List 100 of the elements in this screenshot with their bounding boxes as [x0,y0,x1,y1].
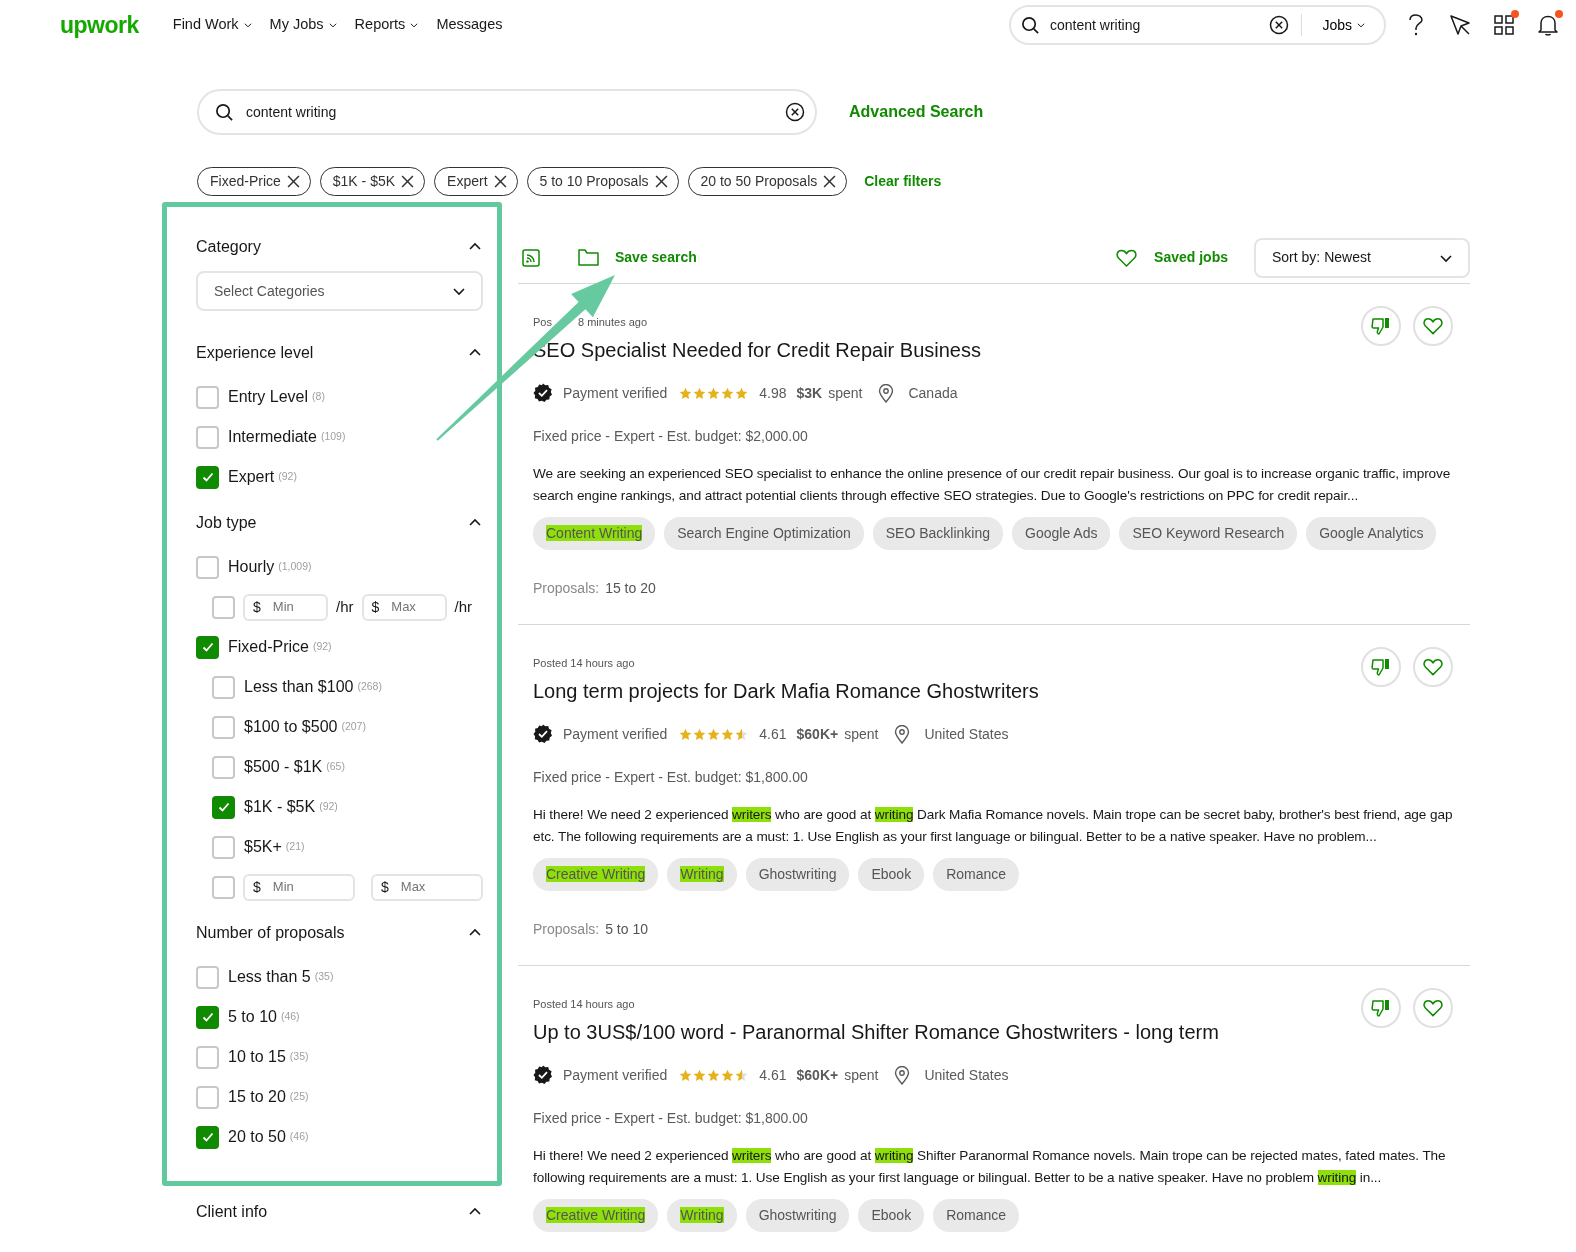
checkbox[interactable] [196,425,219,449]
option-label[interactable]: $5K+ [244,835,282,859]
filter-chip[interactable]: $1K - $5K [319,167,426,196]
skill-tag[interactable]: Creative Writing [533,857,659,891]
bell-icon[interactable] [1536,13,1560,37]
header-search-bar[interactable]: content writing Jobs [1009,5,1386,45]
min-price-field[interactable]: $ Min [243,593,328,621]
advanced-search-link[interactable]: Advanced Search [849,100,984,124]
checkbox[interactable] [196,465,219,489]
nav-menu-link[interactable]: Messages [436,14,503,36]
checkbox[interactable] [212,675,235,699]
checkbox[interactable] [196,1005,219,1029]
dislike-button[interactable] [1361,988,1401,1028]
section-title: Job type [196,513,257,533]
rss-icon[interactable] [522,248,540,267]
option-label[interactable]: $100 to $500 [244,715,338,739]
nav-menu-link[interactable]: Reports [354,14,420,36]
skill-tag[interactable]: SEO Backlinking [872,516,1004,550]
close-icon[interactable] [654,175,668,188]
option-label[interactable]: 5 to 10 [228,1005,277,1029]
job-search-bar[interactable]: content writing [197,89,817,135]
skill-tag[interactable]: Search Engine Optimization [664,516,864,550]
max-price-field[interactable]: $ Max [371,873,483,901]
checkbox[interactable] [212,795,235,819]
nav-menu-link[interactable]: My Jobs [269,14,338,36]
skill-tag[interactable]: Romance [933,1198,1020,1232]
job-title[interactable]: Up to 3US$/100 word - Paranormal Shifter Romance Ghostwriters - long term [533,1016,1453,1047]
filter-chip[interactable]: Fixed-Price [197,167,311,196]
option-label[interactable]: Fixed-Price [228,635,309,659]
min-price-field[interactable]: $ Min [243,873,355,901]
skill-tag[interactable]: SEO Keyword Research [1119,516,1298,550]
clear-icon[interactable] [785,102,805,122]
skill-tag[interactable]: Romance [933,857,1020,891]
checkbox[interactable] [196,385,219,409]
skill-tag[interactable]: Creative Writing [533,1198,659,1232]
skill-tag[interactable]: Google Ads [1012,516,1111,550]
skill-tag[interactable]: Google Analytics [1306,516,1437,550]
close-icon[interactable] [823,175,837,188]
checkbox[interactable] [212,835,235,859]
checkbox[interactable] [212,595,235,619]
option-count: (268) [357,679,382,695]
checkbox[interactable] [212,715,235,739]
skill-tag[interactable]: Ebook [858,857,925,891]
checkbox[interactable] [196,1085,219,1109]
search-scope-dropdown[interactable]: Jobs [1314,14,1374,36]
filter-chip[interactable]: 20 to 50 Proposals [687,167,848,196]
checkbox[interactable] [196,965,219,989]
category-select[interactable]: Select Categories [196,271,483,311]
option-count: (46) [280,1009,300,1025]
skill-tag[interactable]: Ghostwriting [745,857,850,891]
clear-filters-link[interactable]: Clear filters [864,171,942,192]
checkbox[interactable] [212,875,235,899]
skill-tag[interactable]: Writing [667,1198,737,1232]
close-icon[interactable] [493,175,507,188]
saved-jobs-link[interactable]: Saved jobs [1116,247,1228,268]
posted-time: Posted 14 hours ago [533,656,635,671]
clear-icon[interactable] [1269,15,1290,35]
option-label[interactable]: $500 - $1K [244,755,323,779]
close-icon[interactable] [286,175,300,188]
filter-chip[interactable]: 5 to 10 Proposals [526,167,679,196]
heart-icon [1423,658,1443,676]
option-label[interactable]: Expert [228,465,275,489]
filter-chip[interactable]: Expert [434,167,518,196]
option-label[interactable]: 20 to 50 [228,1125,286,1149]
checkbox[interactable] [196,1045,219,1069]
skill-tag[interactable]: Content Writing [533,516,656,550]
apps-icon[interactable] [1492,13,1516,37]
proposals-count: 15 to 20 [605,578,656,598]
option-label[interactable]: Less than 5 [228,965,311,989]
close-icon[interactable] [401,175,415,188]
option-label[interactable]: $1K - $5K [244,795,316,819]
save-search-link[interactable]: Save search [578,247,697,268]
checkbox[interactable] [196,635,219,659]
nav-menu-link[interactable]: Find Work [172,14,253,36]
check-icon [200,1130,215,1144]
spent-label: spent [844,1065,879,1085]
sort-dropdown[interactable]: Sort by: Newest [1254,237,1470,278]
option-label[interactable]: Less than $100 [244,675,354,699]
save-job-button[interactable] [1413,647,1453,687]
option-label[interactable]: 10 to 15 [228,1045,286,1069]
save-job-button[interactable] [1413,988,1453,1028]
search-input[interactable]: content writing [244,100,775,124]
send-icon[interactable] [1448,13,1472,37]
skill-tag[interactable]: Ghostwriting [745,1198,850,1232]
save-job-button[interactable] [1413,306,1453,346]
option-label[interactable]: 15 to 20 [228,1085,286,1109]
dislike-button[interactable] [1361,306,1401,346]
option-count: (92) [319,799,338,815]
search-input[interactable]: content writing [1048,13,1262,37]
option-label[interactable]: Intermediate [228,425,317,449]
checkbox[interactable] [196,1125,219,1149]
option-label[interactable]: Hourly [228,555,275,579]
skill-tag[interactable]: Writing [667,857,737,891]
option-label[interactable]: Entry Level [228,385,309,409]
job-title[interactable]: Long term projects for Dark Mafia Romance Ghostwriters [533,675,1453,706]
max-price-field[interactable]: $ Max [361,593,447,621]
checkbox[interactable] [196,555,219,579]
dislike-button[interactable] [1361,647,1401,687]
skill-tag[interactable]: Ebook [858,1198,925,1232]
checkbox[interactable] [212,755,235,779]
